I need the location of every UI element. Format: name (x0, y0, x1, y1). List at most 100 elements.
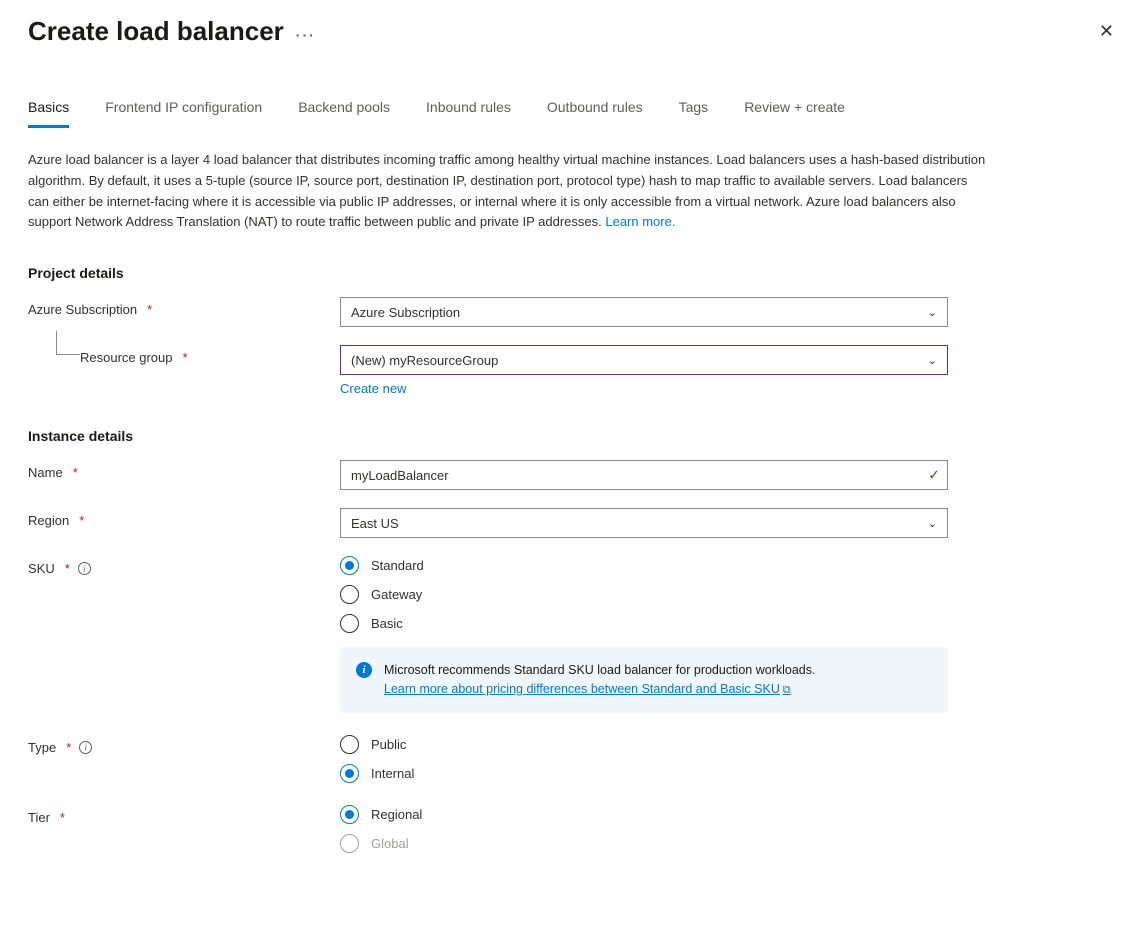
check-icon: ✓ (928, 467, 940, 484)
subscription-value: Azure Subscription (351, 305, 460, 320)
tier-radio-global: Global (340, 834, 948, 853)
required-icon: * (79, 513, 84, 528)
tab-inbound-rules[interactable]: Inbound rules (426, 99, 511, 128)
page-header: Create load balancer ··· ✕ (28, 16, 1118, 47)
subscription-control: Azure Subscription ⌄ (340, 297, 948, 327)
sku-label-col: SKU * i (28, 556, 340, 576)
radio-icon (340, 834, 359, 853)
sku-gateway-label: Gateway (371, 587, 422, 602)
tier-label: Tier (28, 810, 50, 825)
type-radio-group: Public Internal (340, 735, 948, 783)
type-public-label: Public (371, 737, 406, 752)
row-resource-group: Resource group * (New) myResourceGroup ⌄ … (28, 345, 1118, 396)
sku-pricing-link[interactable]: Learn more about pricing differences bet… (384, 682, 791, 696)
sku-radio-gateway[interactable]: Gateway (340, 585, 948, 604)
required-icon: * (183, 350, 188, 365)
learn-more-link[interactable]: Learn more. (605, 214, 675, 229)
sku-radio-basic[interactable]: Basic (340, 614, 948, 633)
tab-backend-pools[interactable]: Backend pools (298, 99, 390, 128)
sku-standard-label: Standard (371, 558, 424, 573)
name-input-wrap: ✓ (340, 460, 948, 490)
required-icon: * (60, 810, 65, 825)
name-label-col: Name * (28, 460, 340, 480)
tab-tags[interactable]: Tags (679, 99, 709, 128)
tier-radio-regional[interactable]: Regional (340, 805, 948, 824)
type-info-icon[interactable]: i (79, 741, 92, 754)
region-label-col: Region * (28, 508, 340, 528)
region-control: East US ⌄ (340, 508, 948, 538)
chevron-down-icon: ⌄ (928, 306, 937, 319)
sku-info-text: Microsoft recommends Standard SKU load b… (384, 661, 815, 699)
subscription-label-col: Azure Subscription * (28, 297, 340, 317)
resource-group-dropdown[interactable]: (New) myResourceGroup ⌄ (340, 345, 948, 375)
radio-icon (340, 735, 359, 754)
elbow-connector (56, 331, 80, 355)
type-internal-label: Internal (371, 766, 414, 781)
tab-review-create[interactable]: Review + create (744, 99, 845, 128)
row-name: Name * ✓ (28, 460, 1118, 490)
sku-label: SKU (28, 561, 55, 576)
tab-frontend-ip[interactable]: Frontend IP configuration (105, 99, 262, 128)
required-icon: * (147, 302, 152, 317)
page-title-wrap: Create load balancer ··· (28, 16, 316, 47)
required-icon: * (66, 740, 71, 755)
subscription-dropdown[interactable]: Azure Subscription ⌄ (340, 297, 948, 327)
sku-basic-label: Basic (371, 616, 403, 631)
name-label: Name (28, 465, 63, 480)
resource-group-control: (New) myResourceGroup ⌄ Create new (340, 345, 948, 396)
row-tier: Tier * Regional Global (28, 805, 1118, 853)
row-sku: SKU * i Standard Gateway Basic i Microsof… (28, 556, 1118, 713)
type-radio-public[interactable]: Public (340, 735, 948, 754)
radio-icon (340, 614, 359, 633)
close-icon[interactable]: ✕ (1095, 17, 1118, 46)
resource-group-value: (New) myResourceGroup (351, 353, 498, 368)
sku-pricing-link-text: Learn more about pricing differences bet… (384, 682, 780, 696)
tier-control: Regional Global (340, 805, 948, 853)
row-type: Type * i Public Internal (28, 735, 1118, 783)
chevron-down-icon: ⌄ (928, 517, 937, 530)
more-icon[interactable]: ··· (296, 21, 316, 43)
name-input[interactable] (340, 460, 948, 490)
radio-icon (340, 805, 359, 824)
sku-control: Standard Gateway Basic i Microsoft recom… (340, 556, 948, 713)
create-new-link[interactable]: Create new (340, 381, 406, 396)
required-icon: * (65, 561, 70, 576)
tab-outbound-rules[interactable]: Outbound rules (547, 99, 643, 128)
tabs: Basics Frontend IP configuration Backend… (28, 99, 1118, 128)
radio-icon (340, 764, 359, 783)
chevron-down-icon: ⌄ (928, 354, 937, 367)
page-title: Create load balancer (28, 16, 284, 47)
region-dropdown[interactable]: East US ⌄ (340, 508, 948, 538)
tab-basics[interactable]: Basics (28, 99, 69, 128)
sku-radio-standard[interactable]: Standard (340, 556, 948, 575)
resource-group-label-col: Resource group * (28, 345, 340, 365)
radio-icon (340, 585, 359, 604)
description: Azure load balancer is a layer 4 load ba… (28, 150, 988, 233)
type-label: Type (28, 740, 56, 755)
tier-global-label: Global (371, 836, 409, 851)
name-control: ✓ (340, 460, 948, 490)
radio-icon (340, 556, 359, 575)
region-value: East US (351, 516, 399, 531)
sku-info-box: i Microsoft recommends Standard SKU load… (340, 647, 948, 713)
sku-radio-group: Standard Gateway Basic (340, 556, 948, 633)
resource-group-label: Resource group (80, 350, 173, 365)
row-region: Region * East US ⌄ (28, 508, 1118, 538)
type-control: Public Internal (340, 735, 948, 783)
sku-info-message: Microsoft recommends Standard SKU load b… (384, 663, 815, 677)
description-text: Azure load balancer is a layer 4 load ba… (28, 152, 985, 229)
subscription-label: Azure Subscription (28, 302, 137, 317)
info-icon: i (356, 662, 372, 678)
sku-info-icon[interactable]: i (78, 562, 91, 575)
tier-radio-group: Regional Global (340, 805, 948, 853)
row-subscription: Azure Subscription * Azure Subscription ⌄ (28, 297, 1118, 327)
tier-regional-label: Regional (371, 807, 422, 822)
tier-label-col: Tier * (28, 805, 340, 825)
external-link-icon: ⧉ (783, 684, 791, 696)
required-icon: * (73, 465, 78, 480)
project-details-heading: Project details (28, 265, 1118, 281)
instance-details-heading: Instance details (28, 428, 1118, 444)
type-label-col: Type * i (28, 735, 340, 755)
region-label: Region (28, 513, 69, 528)
type-radio-internal[interactable]: Internal (340, 764, 948, 783)
